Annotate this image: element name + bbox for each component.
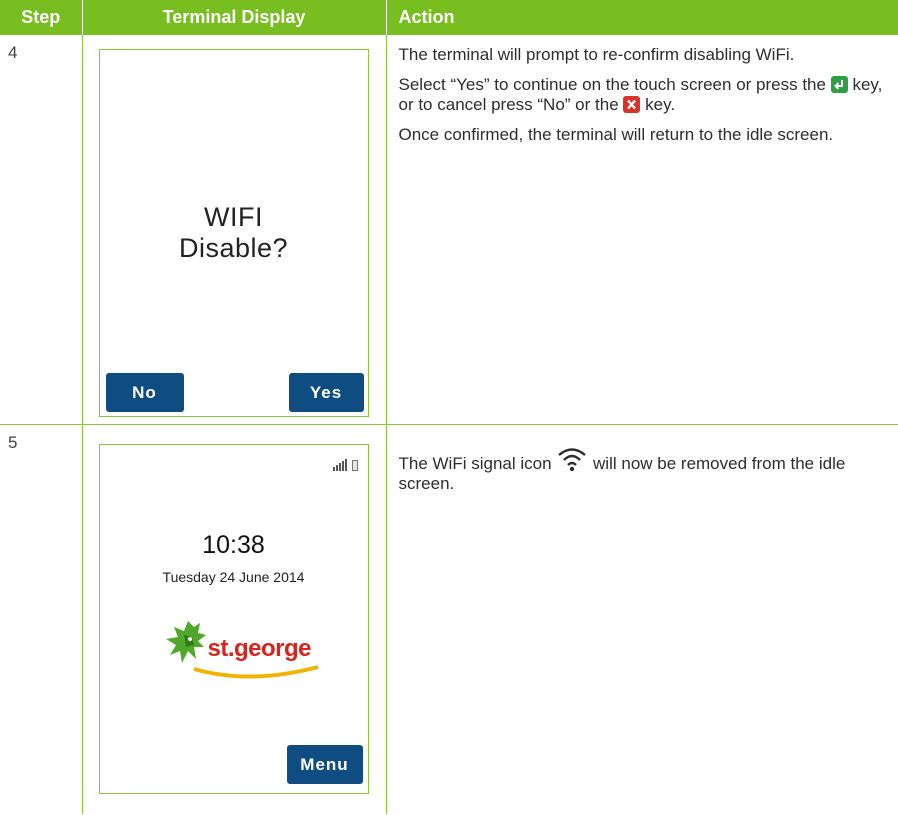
action-cell: The WiFi signal icon will now be removed… <box>386 425 898 815</box>
yes-button[interactable]: Yes <box>288 373 364 412</box>
action-cell: The terminal will prompt to re-confirm d… <box>386 35 898 425</box>
battery-icon <box>351 460 358 471</box>
terminal-display-cell: 10:38 Tuesday 24 June 2014 st.george Men… <box>82 424 387 814</box>
table-header-row: Step Terminal Display Action <box>0 0 898 35</box>
steps-table: Step Terminal Display Action 4 WIFI Disa… <box>0 0 898 814</box>
confirm-message-line2: Disable? <box>178 233 289 263</box>
action-paragraph: The terminal will prompt to re-confirm d… <box>398 45 795 64</box>
cancel-key-icon <box>623 96 641 113</box>
logo-swoosh <box>192 665 319 679</box>
terminal-display-cell: WIFI Disable? No Yes <box>82 35 387 425</box>
step-number: 5 <box>8 433 18 452</box>
menu-button[interactable]: Menu <box>286 745 363 784</box>
header-action: Action <box>386 0 898 35</box>
action-paragraph: The WiFi signal icon will now be removed… <box>399 445 889 494</box>
enter-key-icon <box>830 76 848 93</box>
idle-time: 10:38 <box>202 531 265 559</box>
wifi-icon <box>558 448 587 472</box>
no-button[interactable]: No <box>105 373 184 412</box>
status-bar <box>332 459 358 471</box>
st-george-logo: st.george <box>160 615 320 683</box>
step-number: 4 <box>8 43 18 62</box>
confirm-message: WIFI Disable? <box>100 202 368 264</box>
step-cell: 5 <box>0 424 83 814</box>
step-cell: 4 <box>0 35 83 425</box>
idle-date: Tuesday 24 June 2014 <box>162 569 305 585</box>
action-paragraph: Select “Yes” to continue on the touch sc… <box>399 75 889 115</box>
action-text-part: Select “Yes” to continue on the touch sc… <box>398 75 826 94</box>
action-text: The WiFi signal icon will now be removed… <box>387 425 898 494</box>
terminal-screen: WIFI Disable? No Yes <box>98 49 369 417</box>
confirm-message-line1: WIFI <box>204 202 263 232</box>
header-step: Step <box>0 0 83 35</box>
table-row: 5 10:38 Tuesday 24 June 2014 st.george M… <box>0 424 898 815</box>
action-text-part: key. <box>645 95 676 114</box>
header-terminal-display: Terminal Display <box>82 0 387 35</box>
action-text-part: The WiFi signal icon <box>398 454 552 473</box>
table-row: 4 WIFI Disable? No Yes The terminal will… <box>0 35 898 425</box>
signal-bars-icon <box>332 459 347 471</box>
action-text: The terminal will prompt to re-confirm d… <box>387 35 898 145</box>
action-paragraph: Once confirmed, the terminal will return… <box>398 125 834 144</box>
logo-wordmark: st.george <box>207 635 312 662</box>
terminal-screen: 10:38 Tuesday 24 June 2014 st.george Men… <box>98 444 369 794</box>
